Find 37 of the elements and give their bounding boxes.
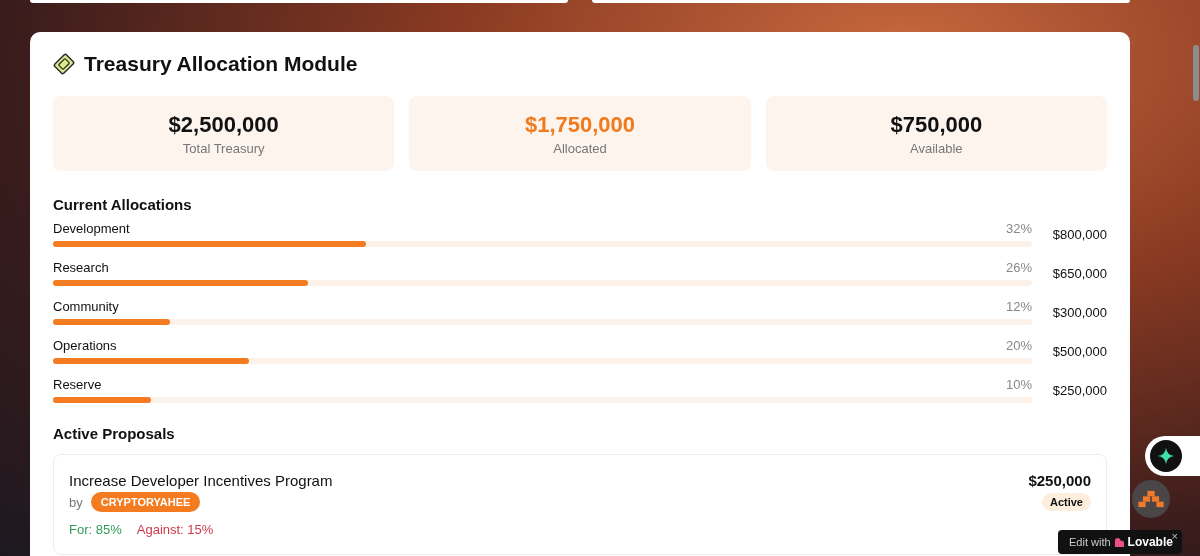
blocks-icon [1137,490,1165,508]
allocation-name: Community [53,299,119,314]
stat-value: $2,500,000 [168,111,279,138]
allocation-percent: 20% [1005,338,1032,353]
by-label: by [69,494,83,510]
stat-value: $1,750,000 [524,111,636,138]
logo-button[interactable] [1132,480,1170,518]
allocation-name: Development [53,221,130,236]
scrollbar[interactable] [1193,45,1199,101]
section-heading: Active Proposals [53,425,176,442]
allocation-amount: $500,000 [1051,344,1107,359]
against-votes: Against: 15% [136,522,214,537]
allocation-amount: $800,000 [1051,227,1107,242]
proposal-amount: $250,000 [1028,472,1091,489]
allocation-name: Reserve [53,377,102,392]
sparkle-button[interactable] [1150,440,1182,472]
status-badge: Active [1041,493,1091,511]
stat-value: $750,000 [890,111,983,138]
allocation-name: Research [53,260,109,275]
stat-label: Total Treasury [182,140,265,156]
allocation-percent: 26% [1005,260,1032,275]
for-votes: For: 85% [69,522,122,537]
allocation-amount: $250,000 [1051,383,1107,398]
allocation-percent: 10% [1005,377,1032,392]
allocation-percent: 32% [1005,221,1032,236]
allocation-amount: $300,000 [1051,305,1107,320]
section-heading: Current Allocations [53,196,193,213]
allocation-name: Operations [53,338,117,353]
stat-label: Available [910,140,963,156]
allocation-amount: $650,000 [1051,266,1107,281]
author-tag: CRYPTORYAHEE [90,492,201,512]
proposal-title: Increase Developer Incentives Program [69,472,333,489]
allocation-percent: 12% [1005,299,1032,314]
stat-label: Allocated [553,140,607,156]
edit-label: Edit with [1069,536,1111,548]
brand-name: Lovable [1127,535,1173,549]
module-title: Treasury Allocation Module [84,52,358,76]
